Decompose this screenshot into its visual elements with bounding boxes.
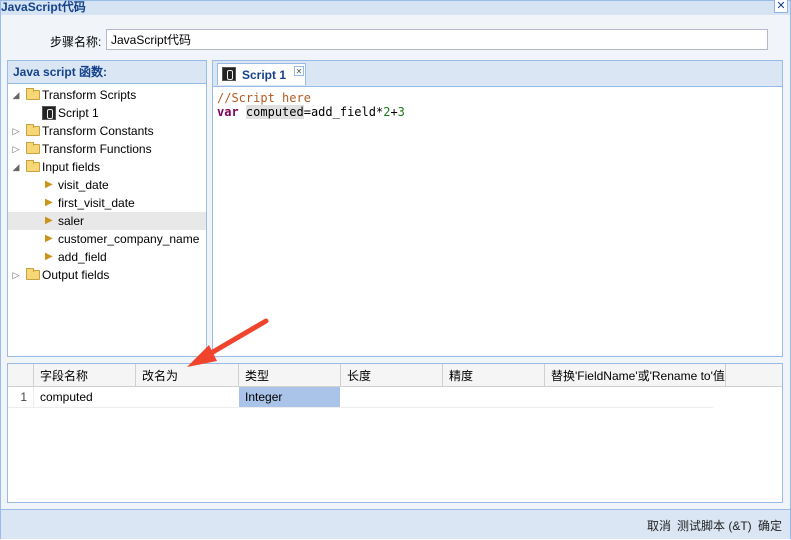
tree-node-label: Input fields [42, 160, 101, 174]
code-keyword: var [217, 105, 239, 119]
code-operator: + [390, 105, 398, 119]
functions-panel: Java script 函数: ◢ Transform Scripts Scri… [7, 60, 207, 357]
cell-replace[interactable] [545, 387, 713, 407]
tree-node-label: Transform Functions [42, 142, 152, 156]
tree-node-label: Output fields [42, 268, 110, 282]
collapse-arrow-icon[interactable]: ◢ [11, 86, 21, 104]
collapse-arrow-icon[interactable]: ◢ [11, 158, 21, 176]
script-icon [222, 67, 236, 81]
tree-node-label: visit_date [58, 178, 109, 192]
javascript-dialog: JavaScript代码 ✕ 步骤名称: Java script 函数: ◢ T… [0, 0, 791, 539]
tab-close-icon[interactable]: ✕ [294, 66, 304, 76]
script-editor-panel: Script 1 ✕ //Script here var computed=ad… [212, 60, 783, 357]
tree-node-script-1[interactable]: Script 1 [8, 104, 206, 122]
tree-node-add-field[interactable]: ▶ add_field [8, 248, 206, 266]
code-expression: =add_field* [303, 105, 384, 119]
tree-node-label: Transform Constants [42, 124, 154, 138]
column-header-type[interactable]: 类型 [239, 364, 341, 386]
folder-icon [26, 142, 40, 154]
tree-node-label: saler [58, 214, 85, 228]
tree-node-saler[interactable]: ▶ saler [8, 212, 206, 230]
cell-length[interactable] [341, 387, 443, 407]
row-number: 1 [8, 387, 34, 407]
close-icon[interactable]: ✕ [774, 0, 788, 13]
expand-arrow-icon[interactable]: ▷ [11, 266, 21, 284]
tree-node-transform-scripts[interactable]: ◢ Transform Scripts [8, 86, 206, 104]
expand-arrow-icon[interactable]: ▷ [11, 140, 21, 158]
field-triangle-icon: ▶ [45, 251, 53, 262]
grid-header-rownum [8, 364, 34, 386]
code-comment: //Script here [217, 91, 311, 105]
cell-rename[interactable] [136, 387, 239, 407]
code-variable: computed [245, 105, 304, 119]
tree-node-label: Transform Scripts [42, 88, 137, 102]
code-number: 3 [397, 105, 405, 119]
column-header-precision[interactable]: 精度 [443, 364, 545, 386]
tree-node-label: first_visit_date [58, 196, 135, 210]
dialog-footer: 取消 测试脚本 (&T) 确定 [1, 509, 790, 539]
script-tabs: Script 1 ✕ [213, 61, 782, 87]
cell-fieldname[interactable]: computed [34, 387, 136, 407]
table-row[interactable]: 1 computed Integer [8, 387, 713, 408]
grid-header: 字段名称 改名为 类型 长度 精度 替换'FieldName'或'Rename … [8, 364, 782, 387]
column-header-length[interactable]: 长度 [341, 364, 443, 386]
column-header-rename[interactable]: 改名为 [136, 364, 239, 386]
output-fields-grid: 字段名称 改名为 类型 长度 精度 替换'FieldName'或'Rename … [7, 363, 783, 503]
tab-script-1[interactable]: Script 1 ✕ [217, 63, 306, 85]
cell-precision[interactable] [443, 387, 545, 407]
tree-node-transform-constants[interactable]: ▷ Transform Constants [8, 122, 206, 140]
tree-node-output-fields[interactable]: ▷ Output fields [8, 266, 206, 284]
tree-node-customer-company-name[interactable]: ▶ customer_company_name [8, 230, 206, 248]
folder-icon [26, 268, 40, 280]
field-triangle-icon: ▶ [45, 179, 53, 190]
expand-arrow-icon[interactable]: ▷ [11, 122, 21, 140]
field-triangle-icon: ▶ [45, 233, 53, 244]
tree-node-label: Script 1 [58, 106, 99, 120]
cell-type[interactable]: Integer [239, 387, 340, 407]
column-header-fieldname[interactable]: 字段名称 [34, 364, 136, 386]
tree-node-input-fields[interactable]: ◢ Input fields [8, 158, 206, 176]
cancel-button[interactable]: 取消 [647, 517, 671, 534]
code-editor[interactable]: //Script here var computed=add_field*2+3 [217, 91, 405, 119]
functions-panel-header: Java script 函数: [8, 61, 206, 84]
tree-node-first-visit-date[interactable]: ▶ first_visit_date [8, 194, 206, 212]
folder-open-icon [26, 88, 40, 100]
tree-node-transform-functions[interactable]: ▷ Transform Functions [8, 140, 206, 158]
test-script-button[interactable]: 测试脚本 (&T) [677, 517, 752, 534]
folder-open-icon [26, 160, 40, 172]
field-triangle-icon: ▶ [45, 197, 53, 208]
field-triangle-icon: ▶ [45, 215, 53, 226]
script-icon [42, 106, 56, 120]
tree-node-label: add_field [58, 250, 107, 264]
ok-button[interactable]: 确定 [758, 517, 782, 534]
step-name-input[interactable] [106, 29, 768, 50]
folder-icon [26, 124, 40, 136]
tree-node-visit-date[interactable]: ▶ visit_date [8, 176, 206, 194]
window-title: JavaScript代码 [1, 0, 86, 14]
step-name-label: 步骤名称: [50, 35, 102, 49]
tree-node-label: customer_company_name [58, 232, 200, 246]
column-header-replace[interactable]: 替换'FieldName'或'Rename to'值 [545, 364, 726, 386]
title-bar[interactable]: JavaScript代码 ✕ [1, 0, 790, 15]
tab-label: Script 1 [242, 68, 287, 82]
